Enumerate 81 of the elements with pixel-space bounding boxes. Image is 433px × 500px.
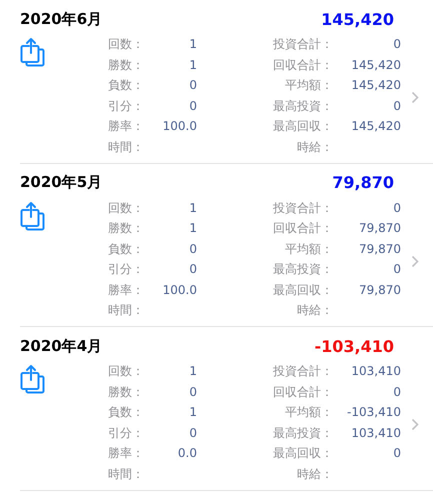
stat-value: -103,410 (346, 404, 401, 421)
stat-value: 0 (392, 384, 401, 400)
stat-label: 最高投資： (272, 424, 333, 442)
stat-label: 勝率： (108, 118, 145, 135)
stat-label: 平均額： (284, 77, 333, 94)
month-title: 2020年6月 (20, 10, 102, 28)
share-icon[interactable] (20, 200, 46, 230)
stat-label: 最高回収： (272, 445, 333, 462)
stat-value: 103,410 (350, 363, 401, 380)
stat-label: 投資合計： (272, 200, 333, 216)
stat-label: 回数： (108, 363, 145, 380)
stat-value: 0 (392, 445, 401, 462)
stat-value: 79,870 (358, 220, 401, 237)
stat-value: 0 (392, 98, 401, 114)
stat-value: 1 (188, 363, 197, 380)
chevron-icon (411, 254, 419, 268)
stat-label: 最高投資： (272, 98, 333, 114)
stat-value: 0 (188, 98, 197, 114)
month-title: 2020年5月 (20, 173, 102, 192)
stat-label: 時間： (108, 302, 145, 319)
stat-label: 平均額： (284, 240, 333, 258)
stat-value: 100.0 (162, 282, 197, 298)
stat-value: 0 (392, 261, 401, 278)
stat-value: 103,410 (350, 424, 401, 442)
stat-value: 0.0 (176, 445, 197, 462)
stat-value: 1 (188, 36, 197, 53)
stat-label: 回数： (108, 36, 145, 53)
stat-label: 時給： (296, 138, 333, 156)
share-icon[interactable] (20, 364, 46, 394)
stat-value: 1 (188, 56, 197, 74)
share-icon[interactable] (20, 37, 46, 67)
stat-label: 勝数： (108, 220, 145, 237)
stat-label: 時給： (296, 466, 333, 482)
month-total: -103,410 (314, 336, 394, 356)
month-title: 2020年4月 (20, 336, 102, 356)
stat-label: 投資合計： (272, 363, 333, 380)
stat-value: 1 (188, 200, 197, 216)
stat-value: 0 (392, 36, 401, 53)
stat-label: 回収合計： (272, 220, 333, 237)
month-total: 79,870 (332, 173, 394, 192)
chevron-icon (411, 418, 419, 431)
stat-value: 0 (392, 200, 401, 216)
stat-label: 最高回収： (272, 118, 333, 135)
stat-label: 勝数： (108, 56, 145, 74)
stat-value: 0 (188, 77, 197, 94)
stat-value: 145,420 (350, 77, 401, 94)
stat-value: 79,870 (358, 282, 401, 298)
stat-value: 145,420 (350, 56, 401, 74)
stat-label: 回数： (108, 200, 145, 216)
month-card[interactable]: 2020年4月 -103,410 回数： 1 勝数： 0 負数： 1 引分： 0 勝率： 0.0 時間： 投資合計： 103,410 回収合計： 0 平均額： -103,410 最高投資： 103,410 最高回収： 0 時給： (20, 327, 433, 490)
stat-value: 145,420 (350, 118, 401, 135)
stat-label: 勝率： (108, 282, 145, 298)
stat-label: 引分： (108, 98, 145, 114)
stat-value: 0 (188, 261, 197, 278)
month-card[interactable]: 2020年5月 79,870 回数： 1 勝数： 1 負数： 0 引分： 0 勝率： 100.0 時間： 投資合計： 0 回収合計： 79,870 平均額： 79,870 最高投資： 0 最高回収： 79,870 時給： (20, 164, 433, 327)
stat-value: 0 (188, 384, 197, 400)
stat-label: 引分： (108, 261, 145, 278)
stat-label: 負数： (108, 240, 145, 258)
stat-label: 引分： (108, 424, 145, 442)
stat-label: 最高投資： (272, 261, 333, 278)
chevron-icon (411, 91, 419, 104)
stat-value: 0 (188, 240, 197, 258)
stat-value: 1 (188, 220, 197, 237)
stat-label: 回収合計： (272, 56, 333, 74)
stat-value: 1 (188, 404, 197, 421)
stat-value: 100.0 (162, 118, 197, 135)
stat-label: 負数： (108, 77, 145, 94)
month-card[interactable]: 2020年6月 145,420 回数： 1 勝数： 1 負数： 0 引分： 0 勝率： 100.0 時間： 投資合計： 0 回収合計： 145,420 平均額： 145,420 最高投資： 0 最高回収： 145,420 時給： (20, 0, 433, 164)
stat-label: 平均額： (284, 404, 333, 421)
stat-value: 79,870 (358, 240, 401, 258)
stat-label: 回収合計： (272, 384, 333, 400)
stat-label: 最高回収： (272, 282, 333, 298)
stat-label: 勝数： (108, 384, 145, 400)
stat-label: 勝率： (108, 445, 145, 462)
stat-label: 負数： (108, 404, 145, 421)
stat-label: 時給： (296, 302, 333, 319)
stat-label: 時間： (108, 138, 145, 156)
stat-label: 時間： (108, 466, 145, 482)
month-total: 145,420 (321, 10, 394, 28)
stat-label: 投資合計： (272, 36, 333, 53)
stat-value: 0 (188, 424, 197, 442)
